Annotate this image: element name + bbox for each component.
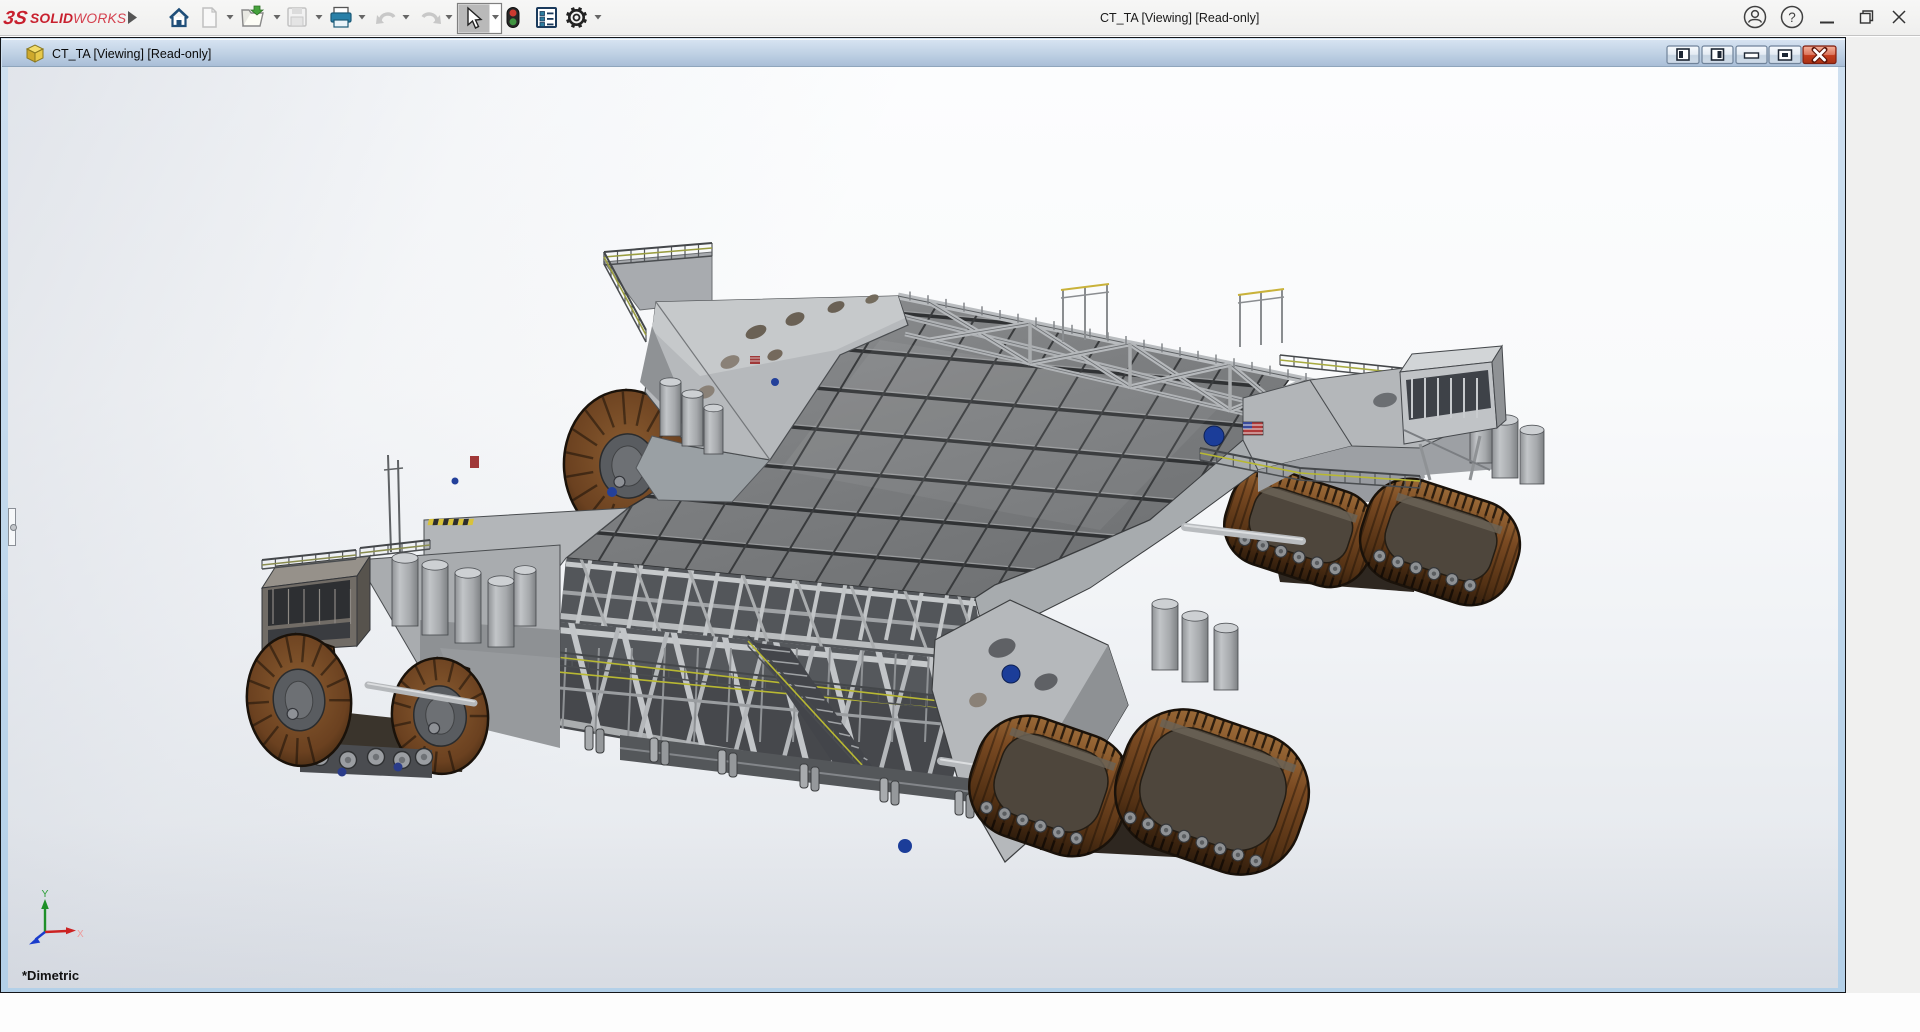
svg-text:?: ? [1788, 10, 1796, 25]
svg-text:CT_TA [Viewing] [Read-only]: CT_TA [Viewing] [Read-only] [52, 47, 211, 61]
svg-text:3S: 3S [2, 8, 29, 29]
svg-text:SOLIDWORKS: SOLIDWORKS [30, 11, 127, 26]
